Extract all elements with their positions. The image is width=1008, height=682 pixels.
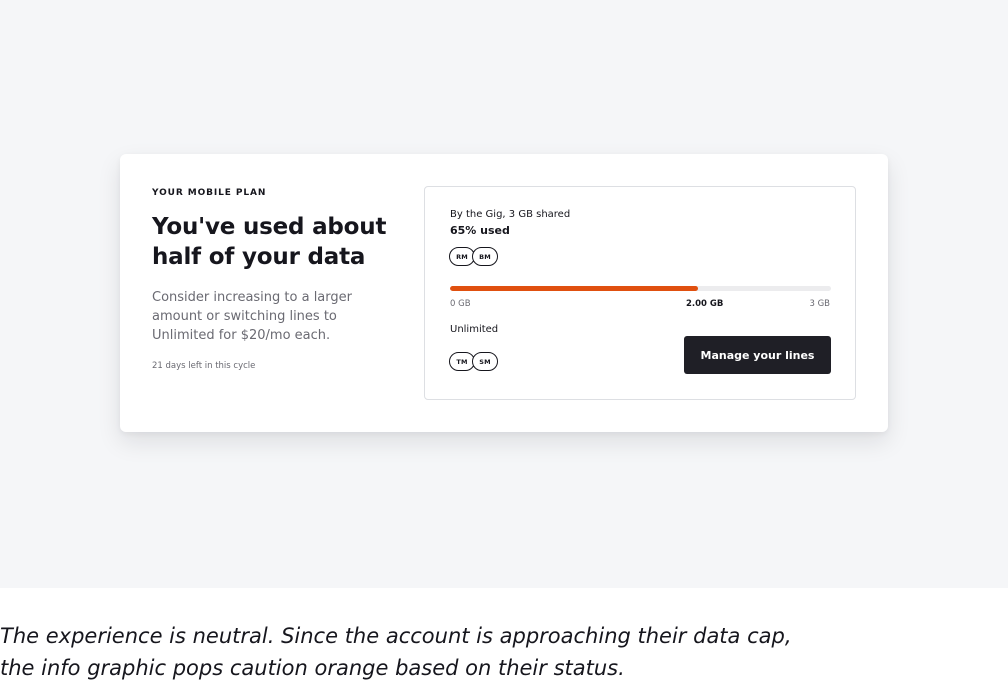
headline: You've used about half of your data bbox=[152, 212, 392, 272]
shared-line-avatars: RM BM bbox=[449, 247, 498, 266]
unlimited-line-avatars: TM SM bbox=[449, 352, 498, 371]
plan-name: By the Gig, 3 GB shared bbox=[450, 209, 571, 220]
unlimited-label: Unlimited bbox=[450, 324, 499, 335]
headline-line: half of your data bbox=[152, 244, 366, 270]
headline-line: You've used about bbox=[152, 214, 387, 240]
caption-line: The experience is neutral. Since the acc… bbox=[0, 624, 792, 648]
mobile-plan-card: YOUR MOBILE PLAN You've used about half … bbox=[120, 154, 888, 432]
recommendation-line: Consider increasing to a larger bbox=[152, 290, 352, 305]
caption-line: the info graphic pops caution orange bas… bbox=[0, 656, 625, 680]
manage-lines-button[interactable]: Manage your lines bbox=[684, 336, 831, 374]
usage-percent: 65% used bbox=[450, 224, 510, 237]
data-usage-panel: By the Gig, 3 GB shared 65% used RM BM 0… bbox=[424, 186, 856, 400]
line-avatar-bm: BM bbox=[472, 247, 498, 266]
usage-progress-fill bbox=[450, 286, 698, 291]
line-avatar-sm: SM bbox=[472, 352, 498, 371]
plan-summary: YOUR MOBILE PLAN You've used about half … bbox=[152, 187, 392, 372]
days-left-text: 21 days left in this cycle bbox=[152, 361, 256, 371]
recommendation-line: Unlimited for $20/mo each. bbox=[152, 328, 331, 343]
scale-min-label: 0 GB bbox=[450, 299, 471, 309]
usage-progress-bar bbox=[450, 286, 831, 291]
recommendation-text: Consider increasing to a larger amount o… bbox=[152, 288, 392, 345]
recommendation-line: amount or switching lines to bbox=[152, 309, 337, 324]
scale-max-label: 3 GB bbox=[809, 299, 830, 309]
stage-background: YOUR MOBILE PLAN You've used about half … bbox=[0, 0, 1008, 588]
eyebrow-label: YOUR MOBILE PLAN bbox=[152, 188, 267, 198]
scale-current-label: 2.00 GB bbox=[686, 299, 724, 309]
caption: The experience is neutral. Since the acc… bbox=[0, 620, 1000, 682]
